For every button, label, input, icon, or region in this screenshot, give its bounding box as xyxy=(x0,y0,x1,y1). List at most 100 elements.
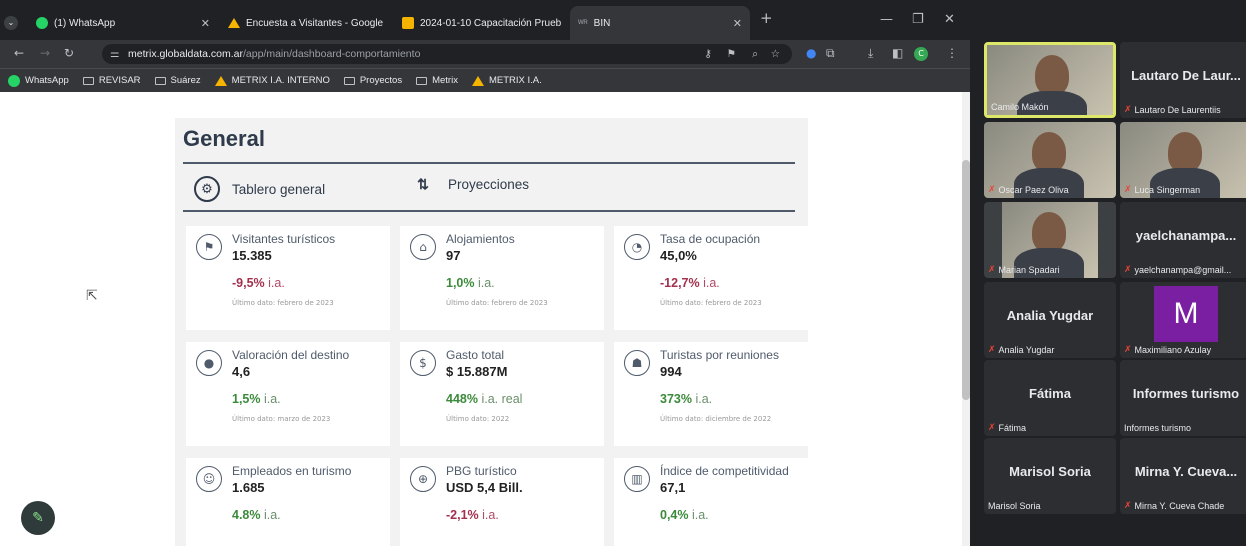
kpi-title: Visitantes turísticos xyxy=(232,232,336,246)
tab-capacitacion[interactable]: 2024-01-10 Capacitación Prueb ✕ xyxy=(394,6,564,40)
bookmark-proyectos[interactable]: Proyectos xyxy=(343,75,402,86)
gauge-icon: ⚙ xyxy=(194,176,220,202)
kpi-change: 4.8% i.a. xyxy=(232,508,281,522)
tab-encuesta[interactable]: Encuesta a Visitantes - Google ✕ xyxy=(220,6,390,40)
pencil-icon: ✎ xyxy=(32,510,44,526)
kpi-card[interactable]: ⚑ Visitantes turísticos 15.385 -9,5% i.a. Úl… xyxy=(186,226,390,330)
tab-tablero-general[interactable]: ⚙ Tablero general xyxy=(194,176,325,202)
bookmark-suarez[interactable]: Suárez xyxy=(154,75,201,86)
mouse-cursor-icon: ⇱ xyxy=(86,288,98,304)
kpi-change: -9,5% i.a. xyxy=(232,276,285,290)
extensions-icon[interactable]: ⧉ xyxy=(826,46,835,61)
forward-icon[interactable]: → xyxy=(40,46,50,60)
chevron-down-icon: ⌄ xyxy=(4,16,18,30)
kpi-change-unit: i.a. xyxy=(263,508,281,522)
kpi-title: Índice de competitividad xyxy=(660,464,789,478)
tab-proyecciones[interactable]: ⇅ Proyecciones xyxy=(410,176,529,193)
kpi-change-unit: i.a. xyxy=(477,276,495,290)
tab-bin[interactable]: ᵂᴿ BIN ✕ xyxy=(570,6,750,40)
participant-tile[interactable]: Lautaro De Laur... ✗ Lautaro De Laurentiis xyxy=(1120,42,1246,118)
kpi-card[interactable]: ⌂ Alojamientos 97 1,0% i.a. Último dato: feb… xyxy=(400,226,604,330)
address-bar[interactable]: ⚌ metrix.globaldata.com.ar/app/main/dash… xyxy=(102,44,792,64)
participant-tile[interactable]: Analia Yugdar ✗ Analia Yugdar xyxy=(984,282,1116,358)
kpi-change-value: 0,4% xyxy=(660,508,689,522)
site-info-icon[interactable]: ⚌ xyxy=(110,44,119,64)
close-icon[interactable]: ✕ xyxy=(389,17,390,30)
download-icon[interactable]: ⤓ xyxy=(868,46,873,61)
folder-icon xyxy=(416,76,428,85)
tab-search-button[interactable]: ⌄ xyxy=(4,6,18,40)
kpi-card[interactable]: ◔ Tasa de ocupación 45,0% -12,7% i.a. Último… xyxy=(614,226,818,330)
minimize-icon[interactable]: — xyxy=(880,12,893,27)
kpi-card[interactable]: ☗ Turistas por reuniones 994 373% i.a. Últim… xyxy=(614,342,818,446)
bookmark-metrix[interactable]: Metrix xyxy=(416,75,458,86)
window-close-icon[interactable]: ✕ xyxy=(944,12,955,27)
tab-whatsapp[interactable]: (1) WhatsApp ✕ xyxy=(28,6,218,40)
page-title: General xyxy=(183,126,265,151)
participant-name-label: Informes turismo xyxy=(1124,423,1192,433)
participant-figure xyxy=(1032,212,1066,252)
kpi-title: Empleados en turismo xyxy=(232,464,352,478)
participant-tile[interactable]: Camilo Makón xyxy=(984,42,1116,118)
close-icon[interactable]: ✕ xyxy=(201,17,210,30)
translate-icon[interactable]: ⚑ xyxy=(727,44,736,64)
globe-icon: ⊕ xyxy=(410,466,436,492)
profile-avatar[interactable]: C xyxy=(914,47,928,61)
reload-icon[interactable]: ↻ xyxy=(64,46,74,60)
bookmark-label: Suárez xyxy=(170,75,201,86)
participant-name-label: Lautaro De Laurentiis xyxy=(1134,104,1221,115)
kpi-change-unit: i.a. xyxy=(695,392,713,406)
kpi-card[interactable]: ⊕ PBG turístico USD 5,4 Bill. -2,1% i.a. xyxy=(400,458,604,546)
participant-tile[interactable]: M ✗ Maximiliano Azulay xyxy=(1120,282,1246,358)
menu-kebab-icon[interactable]: ⋮ xyxy=(946,46,958,60)
scrollbar-thumb[interactable] xyxy=(962,160,970,400)
bookmarks-bar: WhatsApp REVISAR Suárez METRIX I.A. INTE… xyxy=(0,68,970,92)
kpi-change-value: 1,0% xyxy=(446,276,475,290)
tab-label: (1) WhatsApp xyxy=(54,17,116,29)
kpi-title: Tasa de ocupación xyxy=(660,232,761,246)
participant-tile[interactable]: ✗ Luca Singerman xyxy=(1120,122,1246,198)
kpi-card[interactable]: ☺ Empleados en turismo 1.685 4.8% i.a. xyxy=(186,458,390,546)
participant-display-name: yaelchanampa... xyxy=(1135,228,1237,243)
edit-pencil-button[interactable]: ✎ xyxy=(21,501,55,535)
bar-chart-icon: ▥ xyxy=(624,466,650,492)
kpi-value: 15.385 xyxy=(232,248,272,263)
meeting-icon: ☗ xyxy=(624,350,650,376)
close-icon[interactable]: ✕ xyxy=(733,17,742,30)
side-panel-icon[interactable]: ◧ xyxy=(892,46,903,60)
bookmark-revisar[interactable]: REVISAR xyxy=(82,75,141,86)
kpi-value: 4,6 xyxy=(232,364,251,379)
kpi-card[interactable]: $ Gasto total $ 15.887M 448% i.a. real Últim… xyxy=(400,342,604,446)
kpi-value: 67,1 xyxy=(660,480,686,495)
participant-tile[interactable]: Mirna Y. Cueva... ✗ Mirna Y. Cueva Chade xyxy=(1120,438,1246,514)
extension-drop-icon[interactable]: ● xyxy=(806,46,816,60)
kpi-change: 448% i.a. real xyxy=(446,392,522,406)
kpi-card[interactable]: ▥ Índice de competitividad 67,1 0,4% i.a. xyxy=(614,458,818,546)
whatsapp-icon xyxy=(8,74,20,87)
participant-tile[interactable]: Informes turismo Informes turismo xyxy=(1120,360,1246,436)
mic-off-icon: ✗ xyxy=(988,184,996,194)
participant-tile[interactable]: yaelchanampa... ✗ yaelchanampa@gmail... xyxy=(1120,202,1246,278)
kpi-card[interactable]: ● Valoración del destino 4,6 1,5% i.a. Últim… xyxy=(186,342,390,446)
password-key-icon[interactable]: ⚷ xyxy=(704,44,712,64)
new-tab-button[interactable]: + xyxy=(760,9,773,27)
participant-tile[interactable]: ✗ Oscar Paez Oliva xyxy=(984,122,1116,198)
zoom-icon[interactable]: ⌕ xyxy=(752,44,758,64)
kpi-change-unit: i.a. xyxy=(268,276,285,290)
participant-name-label: Luca Singerman xyxy=(1134,184,1201,195)
bookmark-metrix-ia[interactable]: METRIX I.A. xyxy=(471,75,542,86)
bookmark-star-icon[interactable]: ☆ xyxy=(771,44,780,64)
participant-tile[interactable]: ✗ Marian Spadari xyxy=(984,202,1116,278)
bookmark-label: WhatsApp xyxy=(25,75,69,86)
tab-label: Encuesta a Visitantes - Google xyxy=(246,17,384,29)
restore-icon[interactable]: ❐ xyxy=(912,12,924,27)
participant-tile[interactable]: Fátima ✗ Fátima xyxy=(984,360,1116,436)
back-icon[interactable]: ← xyxy=(14,46,24,60)
kpi-value: 1.685 xyxy=(232,480,265,495)
participant-tile[interactable]: Marisol Soria Marisol Soria xyxy=(984,438,1116,514)
sort-icon: ⇅ xyxy=(417,176,429,192)
bookmark-whatsapp[interactable]: WhatsApp xyxy=(8,74,69,87)
kpi-change: 1,0% i.a. xyxy=(446,276,495,290)
bookmark-metrix-interno[interactable]: METRIX I.A. INTERNO xyxy=(214,75,330,86)
meeting-participants-panel: Camilo Makón Lautaro De Laur... ✗ Lautaro D… xyxy=(970,0,1246,546)
